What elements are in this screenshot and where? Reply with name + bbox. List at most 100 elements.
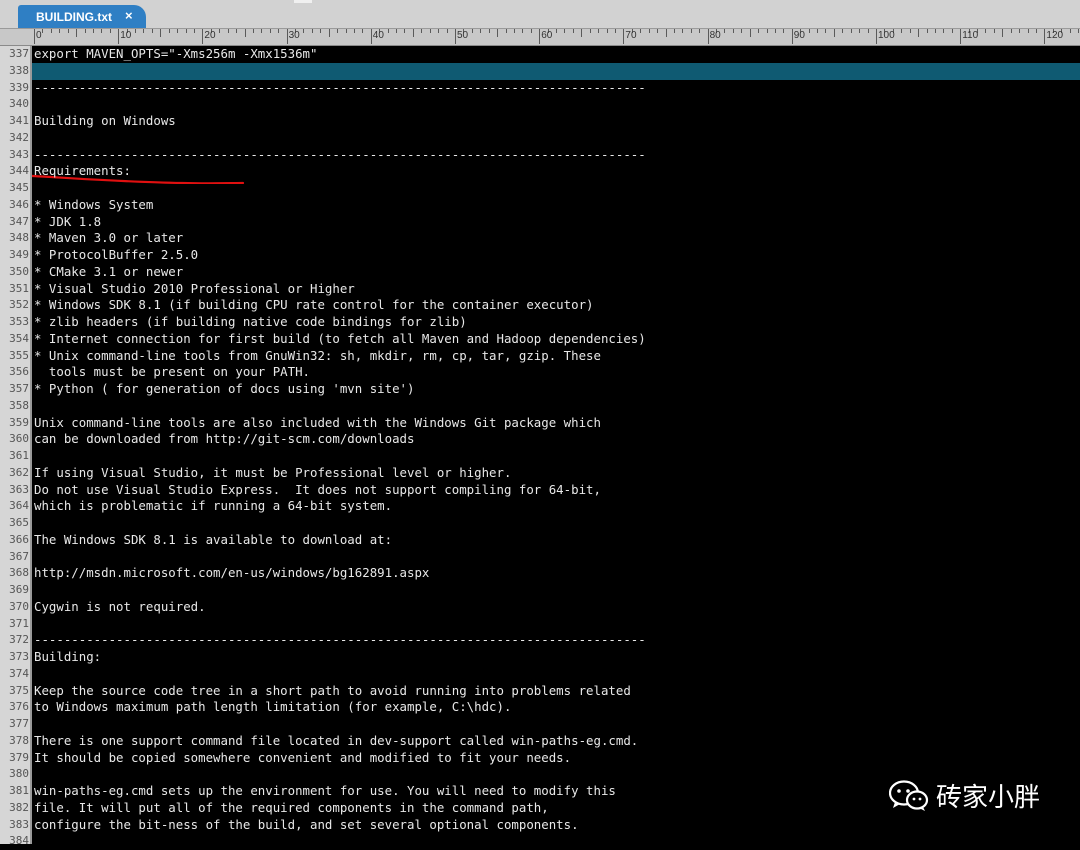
ruler-tick xyxy=(1044,29,1046,44)
ruler-tick xyxy=(690,29,692,33)
ruler-tick xyxy=(766,29,768,33)
ruler-tick xyxy=(993,29,995,33)
ruler-tick xyxy=(370,29,372,44)
ruler-tick xyxy=(1078,29,1080,33)
code-line: to Windows maximum path length limitatio… xyxy=(34,699,512,715)
ruler-tick xyxy=(749,29,751,37)
code-line: The Windows SDK 8.1 is available to down… xyxy=(34,531,393,547)
line-number: 347 xyxy=(9,214,29,228)
ruler-tick xyxy=(404,29,406,33)
close-icon[interactable]: × xyxy=(125,8,133,23)
column-ruler: 0 10 20 30 40 50 60 70 80 90 100 110 120 xyxy=(0,29,1080,46)
line-number: 356 xyxy=(9,365,29,379)
line-number: 352 xyxy=(9,298,29,312)
code-line: ----------------------------------------… xyxy=(34,79,646,95)
line-number: 357 xyxy=(9,382,29,395)
code-line: * Maven 3.0 or later xyxy=(34,230,184,246)
ruler-tick xyxy=(101,29,103,33)
ruler-tick xyxy=(429,29,431,33)
ruler-tick xyxy=(1035,29,1037,33)
line-number: 358 xyxy=(9,398,29,412)
line-number: 380 xyxy=(9,767,29,781)
ruler-tick xyxy=(943,29,945,33)
ruler-tick xyxy=(76,29,78,37)
code-line: There is one support command file locate… xyxy=(34,732,639,748)
line-number: 348 xyxy=(9,231,29,245)
code-line: Do not use Visual Studio Express. It doe… xyxy=(34,481,601,497)
ruler-tick xyxy=(1019,29,1021,33)
tab-building-txt[interactable]: BUILDING.txt × xyxy=(18,5,146,28)
ruler-tick xyxy=(513,29,515,33)
ruler-tick xyxy=(455,29,456,44)
ruler-tick xyxy=(623,29,625,44)
ruler-tick xyxy=(934,29,936,33)
ruler-tick xyxy=(67,29,69,33)
ruler-tick xyxy=(446,29,448,33)
code-line: Requirements: xyxy=(34,163,131,179)
code-line: can be downloaded from http://git-scm.co… xyxy=(34,431,415,447)
tab-title: BUILDING.txt xyxy=(36,10,112,24)
line-number: 351 xyxy=(9,281,29,295)
code-line: * ProtocolBuffer 2.5.0 xyxy=(34,247,199,262)
ruler-tick xyxy=(833,29,835,37)
ruler-tick xyxy=(227,29,229,33)
ruler-tick xyxy=(657,29,659,33)
ruler-label: 40 xyxy=(372,30,384,41)
code-line: * JDK 1.8 xyxy=(34,213,102,229)
line-number: 353 xyxy=(9,315,29,328)
ruler-tick xyxy=(244,29,246,37)
ruler-tick xyxy=(1002,29,1004,37)
ruler-tick xyxy=(556,29,558,33)
line-number: 345 xyxy=(9,181,29,194)
ruler-tick xyxy=(303,29,305,33)
ruler-tick xyxy=(859,29,861,33)
line-number: 383 xyxy=(9,817,29,831)
ruler-tick xyxy=(598,29,600,33)
code-line: ----------------------------------------… xyxy=(34,146,646,162)
ruler-tick xyxy=(589,29,591,33)
ruler-tick xyxy=(682,29,684,33)
ruler-tick xyxy=(1027,29,1029,33)
code-line: export MAVEN_OPTS="-Xms256m -Xmx1536m" xyxy=(34,46,318,61)
line-number: 341 xyxy=(9,114,29,127)
line-number: 376 xyxy=(9,700,29,714)
ruler-tick xyxy=(783,29,785,33)
ruler-label: 100 xyxy=(878,30,895,41)
ruler-tick xyxy=(34,29,35,44)
ruler-tick xyxy=(640,29,642,33)
text-editor[interactable]: export MAVEN_OPTS="-Xms256m -Xmx1536m" --… xyxy=(32,46,1080,844)
ruler-tick xyxy=(572,29,574,33)
code-line: * Internet connection for first build (t… xyxy=(34,330,646,346)
line-number: 381 xyxy=(9,784,29,797)
ruler-tick xyxy=(774,29,776,33)
ruler-tick xyxy=(160,29,162,37)
ruler-tick xyxy=(177,29,179,33)
code-line: It should be copied somewhere convenient… xyxy=(34,749,572,765)
ruler-label: 60 xyxy=(541,30,553,41)
line-number: 338 xyxy=(9,63,29,77)
ruler-tick xyxy=(842,29,844,33)
ruler-tick xyxy=(564,29,566,33)
ruler-tick xyxy=(412,29,414,37)
line-number: 378 xyxy=(9,733,29,747)
line-number: 384 xyxy=(9,834,29,848)
ruler-tick xyxy=(817,29,819,33)
wechat-icon xyxy=(889,780,929,811)
line-number: 382 xyxy=(9,800,29,814)
line-number: 349 xyxy=(9,248,29,261)
line-number-gutter: 337 338 339 340 341 342 343 344 345 346 347 348 349 3… xyxy=(0,46,30,847)
tab-bar: BUILDING.txt × xyxy=(0,0,1080,29)
line-number: 372 xyxy=(9,633,29,647)
ruler-label: 120 xyxy=(1046,30,1064,41)
ruler-tick xyxy=(278,29,280,33)
code-line: If using Visual Studio, it must be Profe… xyxy=(34,464,512,480)
line-number: 363 xyxy=(9,482,29,496)
ruler-tick xyxy=(505,29,507,33)
ruler-tick xyxy=(109,29,111,33)
code-line: file. It will put all of the required co… xyxy=(34,799,549,815)
ruler-tick xyxy=(286,29,288,44)
ruler-tick xyxy=(219,29,221,33)
ruler-tick xyxy=(951,29,953,33)
ruler-label: 20 xyxy=(204,30,216,41)
ruler-tick xyxy=(909,29,911,33)
